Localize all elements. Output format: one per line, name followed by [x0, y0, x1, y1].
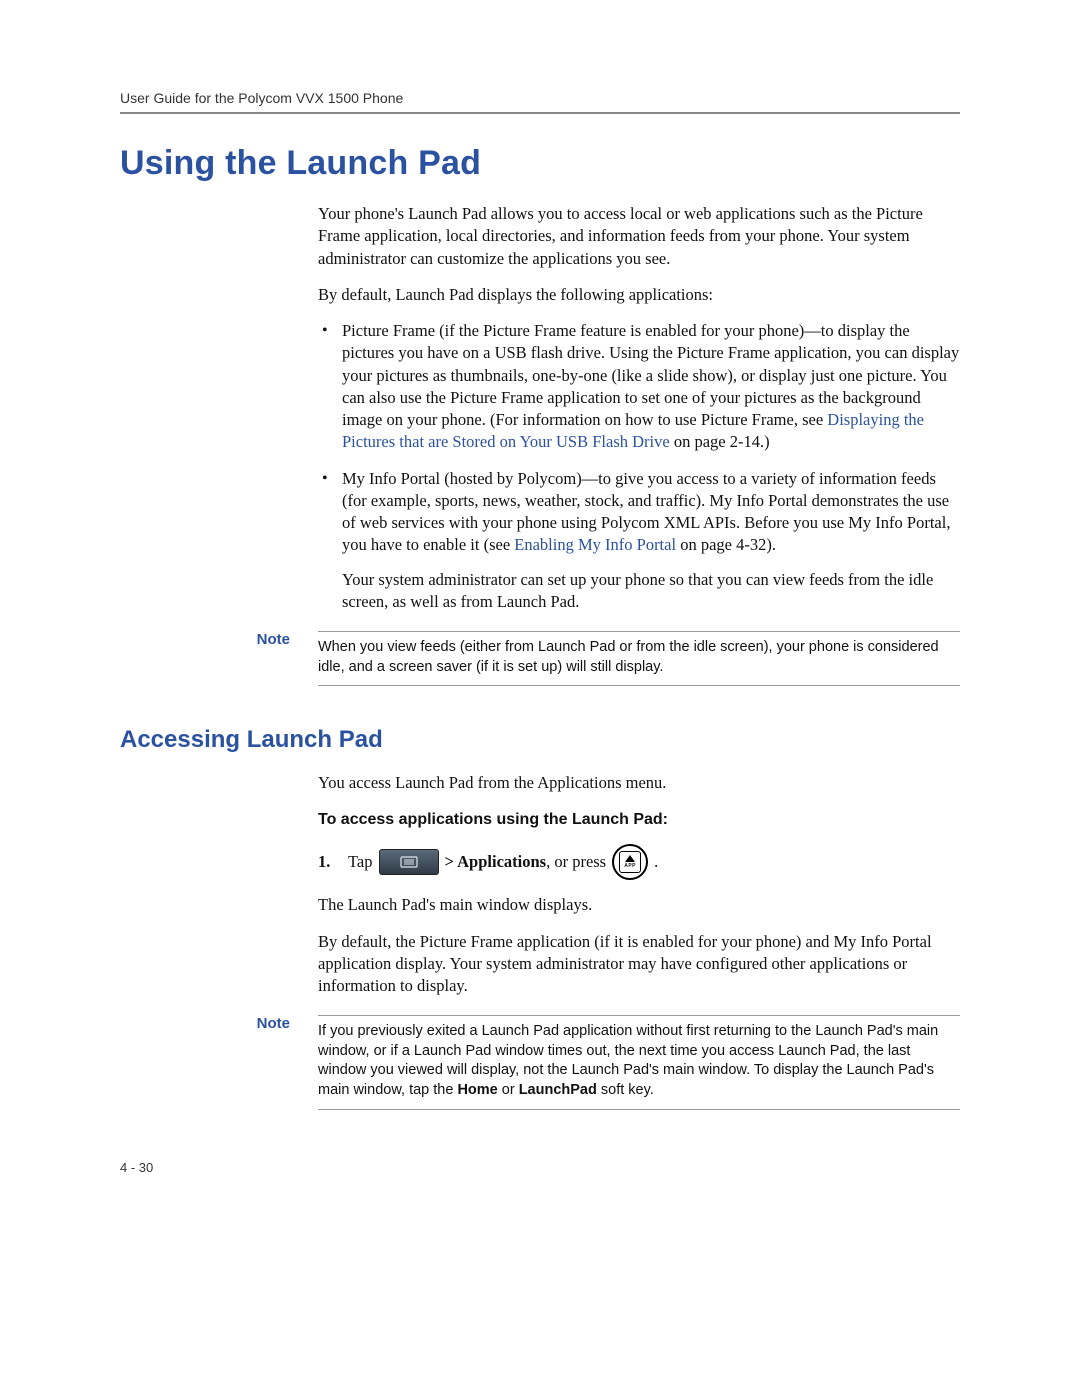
bullet-item-picture-frame: Picture Frame (if the Picture Frame feat… — [318, 320, 960, 454]
bullet-text-tail: on page 2-14.) — [670, 432, 770, 451]
step-1: 1. Tap > Applications, or press APP — [318, 844, 960, 880]
subsection-body: You access Launch Pad from the Applicati… — [318, 772, 960, 997]
subsection-intro: You access Launch Pad from the Applicati… — [318, 772, 960, 794]
step-text-period: . — [654, 851, 658, 873]
home-softkey-label: Home — [457, 1082, 497, 1098]
bullet-text-tail: on page 4-32). — [676, 535, 776, 554]
note-body-1: When you view feeds (either from Launch … — [318, 631, 960, 686]
step-result-2: By default, the Picture Frame applicatio… — [318, 931, 960, 998]
note-block-2: Note If you previously exited a Launch P… — [120, 1015, 960, 1109]
step-text-gt: > Applications, or press — [445, 851, 607, 873]
section-body: Your phone's Launch Pad allows you to ac… — [318, 203, 960, 613]
step-text-tap: Tap — [348, 851, 373, 873]
section-heading: Using the Launch Pad — [120, 144, 960, 183]
step-result-1: The Launch Pad's main window displays. — [318, 894, 960, 916]
bullet-item-my-info-portal: My Info Portal (hosted by Polycom)—to gi… — [318, 468, 960, 614]
bullet-followup-paragraph: Your system administrator can set up you… — [342, 569, 960, 614]
document-page: User Guide for the Polycom VVX 1500 Phon… — [0, 0, 1080, 1235]
running-header: User Guide for the Polycom VVX 1500 Phon… — [120, 90, 960, 106]
launchpad-softkey-label: LaunchPad — [519, 1082, 597, 1098]
page-number: 4 - 30 — [120, 1160, 960, 1175]
applications-label: Applications — [457, 852, 546, 871]
task-heading: To access applications using the Launch … — [318, 809, 960, 831]
note-block-1: Note When you view feeds (either from La… — [120, 631, 960, 686]
note-label: Note — [257, 631, 290, 648]
subsection-heading: Accessing Launch Pad — [120, 726, 960, 754]
menu-softkey-icon — [379, 849, 439, 875]
intro-paragraph-2: By default, Launch Pad displays the foll… — [318, 284, 960, 306]
bullet-list: Picture Frame (if the Picture Frame feat… — [318, 320, 960, 613]
note-body-2: If you previously exited a Launch Pad ap… — [318, 1015, 960, 1109]
app-hardkey-icon: APP — [612, 844, 648, 880]
link-enabling-my-info-portal[interactable]: Enabling My Info Portal — [514, 535, 676, 554]
step-number: 1. — [318, 851, 342, 873]
note-label: Note — [257, 1015, 290, 1032]
header-rule — [120, 112, 960, 114]
intro-paragraph-1: Your phone's Launch Pad allows you to ac… — [318, 203, 960, 270]
